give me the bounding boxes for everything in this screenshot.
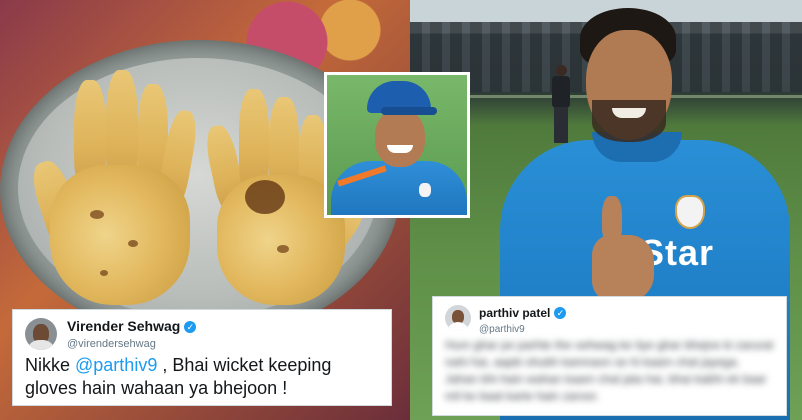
tweet-text: Nikke @parthiv9 , Bhai wicket keeping gl… (25, 355, 332, 398)
display-name[interactable]: parthiv patel (479, 306, 550, 320)
sehwag-tweet-card[interactable]: Virender Sehwag ✓ @virendersehwag Nikke @… (12, 309, 392, 406)
avatar[interactable] (445, 305, 471, 331)
verified-check-icon: ✓ (554, 306, 567, 319)
user-handle[interactable]: @virendersehwag (67, 338, 196, 350)
sehwag-inset-photo (324, 72, 470, 218)
parthiv-tweet-card[interactable]: parthiv patel ✓ @parthiv9 Hum ghar pe par… (432, 296, 787, 416)
mention-link[interactable]: @parthiv9 (75, 355, 157, 375)
avatar[interactable] (25, 318, 57, 350)
verified-check-icon: ✓ (184, 320, 197, 333)
paratha-glove-left (26, 70, 201, 310)
user-handle[interactable]: @parthiv9 (479, 324, 566, 335)
display-name[interactable]: Virender Sehwag (67, 318, 180, 334)
blurred-tweet-text: Hum ghar pe parhte the sehwag ke liye gh… (445, 338, 774, 403)
jersey-logo-icon (675, 195, 705, 229)
